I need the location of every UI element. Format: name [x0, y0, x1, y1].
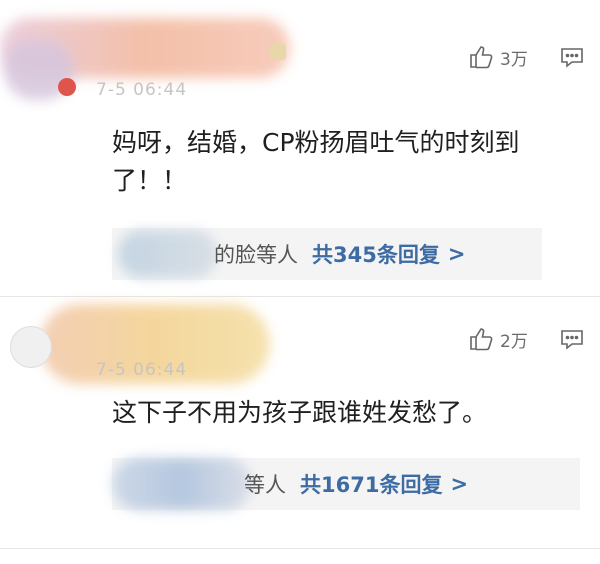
avatar: [10, 326, 52, 368]
comment-button[interactable]: [560, 46, 584, 68]
chevron-right-icon: >: [450, 472, 469, 496]
thumbs-up-icon: [468, 44, 494, 70]
chevron-right-icon: >: [447, 242, 466, 266]
like-button[interactable]: 2万: [468, 326, 528, 352]
comment-item: 7-5 06:44 2万 这下子不用为孩子跟谁姓发愁了。 等人 共1671条回复…: [0, 296, 600, 558]
comment-item: 7-5 06:44 3万 妈呀，结婚，CP粉扬眉吐气的时刻到了！！ 的脸等人 共…: [0, 0, 600, 296]
comment-divider: [0, 548, 600, 549]
like-count: 2万: [500, 331, 528, 352]
comment-text: 妈呀，结婚，CP粉扬眉吐气的时刻到了！！: [112, 128, 520, 195]
reply-count: 共345条回复: [312, 243, 440, 267]
replies-link[interactable]: 等人 共1671条回复 >: [112, 458, 580, 510]
comment-timestamp: 7-5 06:44: [96, 360, 188, 380]
comment-timestamp: 7-5 06:44: [96, 80, 188, 100]
like-count: 3万: [500, 49, 528, 70]
blurred-replier: [118, 230, 218, 278]
verified-badge-icon: [58, 78, 76, 96]
comment-text: 这下子不用为孩子跟谁姓发愁了。: [112, 398, 488, 427]
replier-names: 的脸等人: [214, 243, 298, 267]
replier-names: 等人: [244, 473, 286, 497]
user-tag-icon: [270, 44, 286, 60]
replies-link[interactable]: 的脸等人 共345条回复 >: [112, 228, 542, 280]
thumbs-up-icon: [468, 326, 494, 352]
reply-count: 共1671条回复: [300, 473, 443, 497]
like-button[interactable]: 3万: [468, 44, 528, 70]
comment-icon: [560, 46, 584, 68]
comment-icon: [560, 328, 584, 350]
comment-button[interactable]: [560, 328, 584, 350]
blurred-replier: [112, 458, 252, 510]
